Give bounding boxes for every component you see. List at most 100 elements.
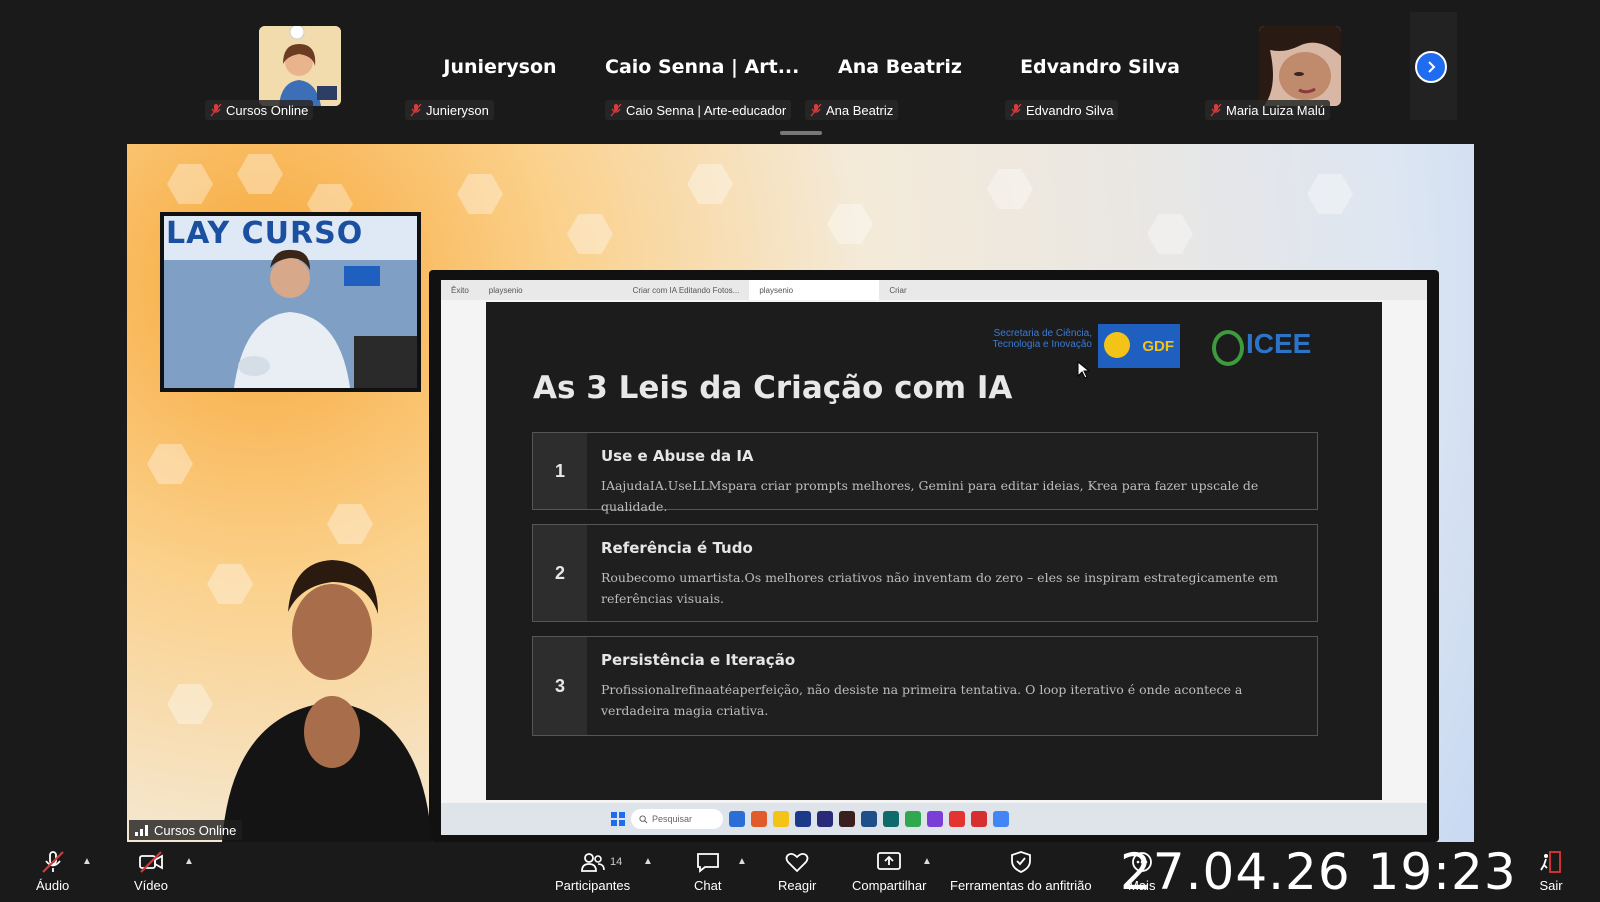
gdf-logo: GDF bbox=[1098, 324, 1180, 368]
taskbar-app-icon[interactable] bbox=[839, 811, 855, 827]
participant-display-name: Ana Beatriz bbox=[838, 56, 962, 78]
taskbar-search[interactable]: Pesquisar bbox=[631, 809, 723, 829]
browser-tab[interactable]: Êxito bbox=[441, 280, 479, 300]
chat-options-caret[interactable]: ▲ bbox=[737, 856, 747, 867]
mic-off-icon bbox=[1210, 103, 1222, 117]
mic-off-icon bbox=[810, 103, 822, 117]
share-source-label: Cursos Online bbox=[129, 820, 243, 840]
taskbar-app-icon[interactable] bbox=[773, 811, 789, 827]
video-button[interactable]: Vídeo bbox=[134, 850, 168, 893]
participant-display-name: Junieryson bbox=[443, 56, 557, 78]
participant-label: Maria Luiza Malú bbox=[1205, 100, 1330, 120]
share-screen-icon bbox=[877, 852, 902, 870]
shared-screen: LAY CURSO Êxito playsenio Criar com IA E… bbox=[127, 144, 1474, 842]
taskbar-app-icon[interactable] bbox=[949, 811, 965, 827]
chat-button[interactable]: Chat bbox=[694, 850, 721, 893]
browser-tab[interactable]: playsenio bbox=[479, 280, 533, 300]
participant-tile[interactable]: Maria Luiza Malú bbox=[1205, 18, 1395, 128]
sun-icon bbox=[1104, 332, 1130, 358]
slide: Secretaria de Ciência, Tecnologia e Inov… bbox=[486, 302, 1382, 800]
law-title: Persistência e Iteração bbox=[601, 651, 796, 669]
leave-button[interactable]: Sair bbox=[1538, 850, 1564, 893]
share-label: Compartilhar bbox=[852, 878, 927, 893]
hex-decoration bbox=[327, 504, 373, 544]
browser-tab[interactable]: Criar com IA Editando Fotos... bbox=[623, 280, 750, 300]
participant-label: Ana Beatriz bbox=[805, 100, 899, 120]
strip-resize-handle[interactable] bbox=[780, 131, 822, 135]
hex-decoration bbox=[827, 204, 873, 244]
taskbar-app-icon[interactable] bbox=[993, 811, 1009, 827]
hex-decoration bbox=[167, 164, 213, 204]
participant-tile[interactable]: Cursos Online bbox=[205, 18, 395, 128]
taskbar-app-icon[interactable] bbox=[751, 811, 767, 827]
audio-options-caret[interactable]: ▲ bbox=[82, 856, 92, 867]
law-card: 2 Referência é Tudo Roubecomo umartista.… bbox=[532, 524, 1318, 622]
secretaria-logo-text: Secretaria de Ciência, Tecnologia e Inov… bbox=[992, 328, 1092, 350]
participants-label: Participantes bbox=[555, 878, 631, 893]
participant-tile[interactable]: Junieryson Junieryson bbox=[405, 18, 595, 128]
participants-options-caret[interactable]: ▲ bbox=[643, 856, 653, 867]
host-tools-button[interactable]: Ferramentas do anfitrião bbox=[950, 850, 1092, 893]
chevron-right-icon bbox=[1428, 61, 1436, 73]
share-screen-button[interactable]: Compartilhar bbox=[852, 850, 926, 893]
taskbar-app-icon[interactable] bbox=[927, 811, 943, 827]
share-options-caret[interactable]: ▲ bbox=[922, 856, 932, 867]
windows-taskbar: Pesquisar bbox=[441, 803, 1427, 835]
clock-overlay: 27.04.26 19:23 bbox=[1120, 843, 1517, 901]
hex-decoration bbox=[687, 164, 733, 204]
law-card: 1 Use e Abuse da IA IAajudaIA.UseLLMspar… bbox=[532, 432, 1318, 514]
mic-off-icon bbox=[410, 103, 422, 117]
participant-display-name: Edvandro Silva bbox=[1020, 56, 1180, 78]
taskbar-app-icon[interactable] bbox=[905, 811, 921, 827]
participant-name: Junieryson bbox=[426, 102, 489, 118]
shared-monitor: Êxito playsenio Criar com IA Editando Fo… bbox=[429, 270, 1439, 842]
audio-label: Áudio bbox=[36, 878, 70, 893]
taskbar-app-icon[interactable] bbox=[817, 811, 833, 827]
react-button[interactable]: Reagir bbox=[778, 850, 816, 893]
taskbar-app-icon[interactable] bbox=[971, 811, 987, 827]
mic-off-icon bbox=[610, 103, 622, 117]
browser-tab[interactable]: playsenio bbox=[749, 280, 880, 300]
people-icon bbox=[580, 853, 605, 872]
new-tab-button[interactable]: Criar bbox=[879, 280, 916, 300]
participant-label: Junieryson bbox=[405, 100, 494, 120]
icee-logo: ICEE bbox=[1210, 328, 1320, 368]
participant-name: Caio Senna | Arte-educador bbox=[626, 102, 787, 118]
interpreter-video bbox=[222, 542, 432, 842]
law-number: 3 bbox=[533, 637, 587, 735]
taskbar-app-icon[interactable] bbox=[861, 811, 877, 827]
slide-title: As 3 Leis da Criação com IA bbox=[533, 370, 1013, 406]
participant-tile[interactable]: Caio Senna | Art... Caio Senna | Arte-ed… bbox=[605, 18, 799, 128]
participant-tile[interactable]: Edvandro Silva Edvandro Silva bbox=[1005, 18, 1195, 128]
participant-tile[interactable]: Ana Beatriz Ana Beatriz bbox=[805, 18, 995, 128]
taskbar-app-icon[interactable] bbox=[795, 811, 811, 827]
hex-decoration bbox=[457, 174, 503, 214]
mic-off-icon bbox=[210, 103, 222, 117]
leave-label: Sair bbox=[1539, 878, 1563, 893]
hex-decoration bbox=[147, 444, 193, 484]
participant-strip: Cursos Online Junieryson Junieryson Caio… bbox=[0, 0, 1600, 136]
taskbar-app-icon[interactable] bbox=[883, 811, 899, 827]
hex-decoration bbox=[167, 684, 213, 724]
video-options-caret[interactable]: ▲ bbox=[184, 856, 194, 867]
hex-decoration bbox=[1147, 214, 1193, 254]
participants-count: 14 bbox=[610, 856, 623, 868]
law-number: 1 bbox=[533, 433, 587, 509]
signal-bars-icon bbox=[135, 825, 148, 836]
windows-start-icon[interactable] bbox=[611, 812, 625, 826]
next-participants-button[interactable] bbox=[1415, 51, 1447, 83]
audio-button[interactable]: Áudio bbox=[36, 850, 69, 893]
chat-label: Chat bbox=[694, 878, 722, 893]
participant-name: Edvandro Silva bbox=[1026, 102, 1114, 118]
law-card: 3 Persistência e Iteração Profissionalre… bbox=[532, 636, 1318, 736]
camera-off-icon bbox=[139, 851, 163, 873]
taskbar-search-placeholder: Pesquisar bbox=[652, 814, 693, 824]
search-icon bbox=[639, 814, 648, 823]
participant-name: Ana Beatriz bbox=[826, 102, 894, 118]
participant-name: Cursos Online bbox=[226, 102, 309, 118]
taskbar-app-icon[interactable] bbox=[729, 811, 745, 827]
law-title: Use e Abuse da IA bbox=[601, 447, 754, 465]
law-description: Roubecomo umartista.Os melhores criativo… bbox=[601, 570, 1278, 606]
presenter-video: LAY CURSO bbox=[160, 212, 421, 392]
shield-icon bbox=[1010, 851, 1031, 873]
